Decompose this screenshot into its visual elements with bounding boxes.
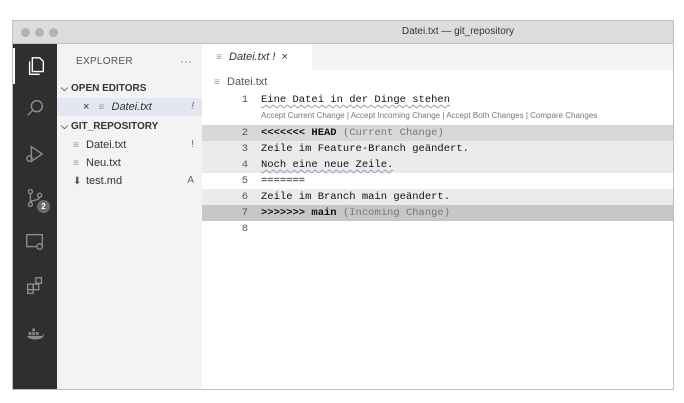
extensions-icon[interactable] xyxy=(13,268,57,304)
marker-note: (Current Change) xyxy=(342,127,444,139)
line-number: 8 xyxy=(241,223,248,235)
explorer-title: EXPLORER xyxy=(76,56,133,67)
file-icon: ≡ xyxy=(214,77,220,88)
accept-current-change-link[interactable]: Accept Current Change xyxy=(261,111,345,120)
window-title: Datei.txt — git_repository xyxy=(401,26,515,37)
tab-label: Datei.txt xyxy=(229,51,270,63)
editor-area: ≡ Datei.txt ! × ≡ Datei.txt 1 Eine Datei in… xyxy=(202,44,673,389)
line-text: ======= xyxy=(261,175,306,187)
line-text: Eine Datei in der Dinge stehen xyxy=(261,94,451,106)
chevron-down-icon: ⌵ xyxy=(61,83,68,93)
run-debug-icon[interactable] xyxy=(13,136,57,172)
markdown-icon: ⬇ xyxy=(73,176,82,187)
code-line: 4 Noch eine neue Zeile. xyxy=(202,157,673,173)
line-number: 4 xyxy=(241,159,248,171)
search-icon[interactable] xyxy=(13,90,57,126)
line-number: 2 xyxy=(241,127,248,139)
docker-icon[interactable] xyxy=(13,316,57,352)
window: Datei.txt — git_repository 2 EXPLORER ··… xyxy=(12,20,674,390)
file-icon: ≡ xyxy=(216,52,222,63)
line-text: Noch eine neue Zeile. xyxy=(261,159,394,171)
file-status: A xyxy=(187,175,194,186)
merge-codelens: Accept Current Change | Accept Incoming … xyxy=(261,111,598,120)
breadcrumb[interactable]: ≡ Datei.txt xyxy=(214,74,267,90)
line-text: Zeile im Branch main geändert. xyxy=(261,191,451,203)
code-line: 6 Zeile im Branch main geändert. xyxy=(202,189,673,205)
tab-status: ! xyxy=(272,51,276,63)
file-icon: ≡ xyxy=(73,158,79,169)
scm-badge: 2 xyxy=(37,200,50,213)
file-item[interactable]: ≡ Datei.txt ! xyxy=(57,136,202,154)
conflict-marker-current: 2 <<<<<<< HEAD (Current Change) xyxy=(202,125,673,141)
marker-note: (Incoming Change) xyxy=(342,207,451,219)
title-bar: Datei.txt — git_repository xyxy=(13,21,673,44)
line-number: 6 xyxy=(241,191,248,203)
file-item[interactable]: ⬇ test.md A xyxy=(57,172,202,190)
line-number: 1 xyxy=(241,94,248,106)
close-tab-icon[interactable]: × xyxy=(281,51,287,63)
open-editor-name: Datei.txt xyxy=(111,101,152,113)
more-actions-button[interactable]: ··· xyxy=(180,53,192,71)
line-number: 7 xyxy=(241,207,248,219)
compare-changes-link[interactable]: Compare Changes xyxy=(530,111,597,120)
file-status: ! xyxy=(191,139,194,150)
accept-incoming-change-link[interactable]: Accept Incoming Change xyxy=(351,111,440,120)
accept-both-changes-link[interactable]: Accept Both Changes xyxy=(446,111,523,120)
conflict-marker-incoming: 7 >>>>>>> main (Incoming Change) xyxy=(202,205,673,221)
remote-explorer-icon[interactable] xyxy=(13,224,57,260)
open-editors-section[interactable]: ⌵ OPEN EDITORS xyxy=(57,79,202,97)
code-line: 1 Eine Datei in der Dinge stehen xyxy=(202,92,673,108)
source-control-icon[interactable]: 2 xyxy=(13,180,57,216)
file-item[interactable]: ≡ Neu.txt xyxy=(57,154,202,172)
line-text: Zeile im Feature-Branch geändert. xyxy=(261,143,469,155)
chevron-down-icon: ⌵ xyxy=(61,121,68,131)
tab-datei-txt[interactable]: ≡ Datei.txt ! × xyxy=(202,44,312,70)
code-line: 8 xyxy=(202,221,673,237)
line-number: 3 xyxy=(241,143,248,155)
file-icon: ≡ xyxy=(98,102,105,113)
activity-bar: 2 xyxy=(13,44,57,389)
code-line: 5 ======= xyxy=(202,173,673,189)
open-editor-item[interactable]: × ≡ Datei.txt ! xyxy=(57,98,202,116)
line-number: 5 xyxy=(241,175,248,187)
repo-section[interactable]: ⌵ GIT_REPOSITORY xyxy=(57,117,202,135)
marker-text: >>>>>>> main xyxy=(261,207,337,219)
file-icon: ≡ xyxy=(73,140,79,151)
tab-bar: ≡ Datei.txt ! × xyxy=(202,44,673,70)
files-icon[interactable] xyxy=(13,48,57,84)
file-status: ! xyxy=(191,101,194,112)
marker-text: <<<<<<< HEAD xyxy=(261,127,337,139)
close-editor-icon[interactable]: × xyxy=(83,101,89,113)
code-line: 3 Zeile im Feature-Branch geändert. xyxy=(202,141,673,157)
explorer-sidebar: EXPLORER ··· ⌵ OPEN EDITORS × ≡ Datei.txt … xyxy=(57,44,202,389)
